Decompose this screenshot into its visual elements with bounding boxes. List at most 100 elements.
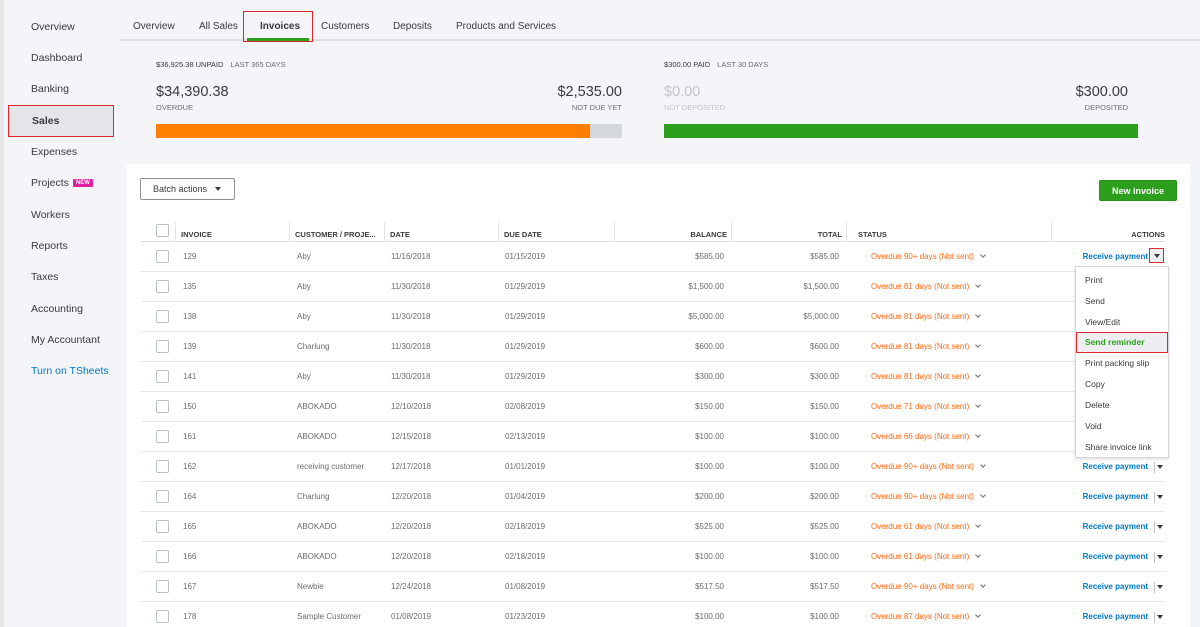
customer-name[interactable]: Newbie (297, 572, 324, 602)
invoice-number[interactable]: 141 (183, 362, 196, 392)
column-header-balance[interactable]: BALANCE (690, 220, 727, 242)
customer-name[interactable]: Aby (297, 272, 311, 302)
tab-deposits[interactable]: Deposits (393, 0, 432, 41)
row-checkbox[interactable] (156, 400, 169, 413)
batch-actions-button[interactable]: Batch actions (140, 178, 235, 200)
menu-item-copy[interactable]: Copy (1076, 374, 1168, 395)
column-header-customer[interactable]: CUSTOMER / PROJE... (295, 220, 376, 242)
receive-payment-link[interactable]: Receive payment (1083, 602, 1148, 627)
table-row[interactable]: 141 Aby 11/30/2018 01/29/2019 $300.00 $300.00… (141, 362, 1165, 392)
customer-name[interactable]: Sample Customer (297, 602, 361, 627)
customer-name[interactable]: ABOKADO (297, 422, 337, 452)
invoice-number[interactable]: 167 (183, 572, 196, 602)
menu-item-void[interactable]: Void (1076, 416, 1168, 437)
menu-item-view-edit[interactable]: View/Edit (1076, 312, 1168, 333)
row-checkbox[interactable] (156, 250, 169, 263)
table-row[interactable]: 167 Newbie 12/24/2018 01/08/2019 $517.50 $517… (141, 572, 1165, 602)
receive-payment-link[interactable]: Receive payment (1083, 512, 1148, 542)
nav-item-dashboard[interactable]: Dashboard (8, 42, 114, 74)
nav-item-overview[interactable]: Overview (8, 11, 114, 43)
status-dropdown[interactable]: Overdue 90+ days (Not sent) (871, 242, 986, 272)
tab-products-and-services[interactable]: Products and Services (456, 0, 556, 41)
customer-name[interactable]: Charlung (297, 332, 329, 362)
row-checkbox[interactable] (156, 310, 169, 323)
table-row[interactable]: 139 Charlung 11/30/2018 01/29/2019 $600.00 $6… (141, 332, 1165, 362)
nav-item-sales[interactable]: Sales (8, 105, 114, 137)
table-row[interactable]: 164 Charlung 12/20/2018 01/04/2019 $200.00 $2… (141, 482, 1165, 512)
table-row[interactable]: 161 ABOKADO 12/15/2018 02/13/2019 $100.00 $10… (141, 422, 1165, 452)
menu-item-send[interactable]: Send (1076, 291, 1168, 312)
column-header-total[interactable]: TOTAL (818, 220, 842, 242)
row-actions-dropdown-toggle[interactable] (1157, 555, 1163, 559)
tab-customers[interactable]: Customers (321, 0, 369, 41)
tab-all-sales[interactable]: All Sales (199, 0, 238, 41)
table-row[interactable]: 165 ABOKADO 12/20/2018 02/18/2019 $525.00 $52… (141, 512, 1165, 542)
receive-payment-link[interactable]: Receive payment (1083, 482, 1148, 512)
row-actions-dropdown-toggle-highlighted[interactable] (1149, 248, 1164, 263)
unpaid-summary[interactable]: $36,925.38 UNPAID LAST 365 DAYS $34,390.3… (156, 60, 622, 150)
invoice-number[interactable]: 139 (183, 332, 196, 362)
status-dropdown[interactable]: Overdue 90+ days (Not sent) (871, 572, 986, 602)
nav-item-projects[interactable]: Projects NEW (8, 167, 114, 199)
nav-item-reports[interactable]: Reports (8, 230, 114, 262)
status-dropdown[interactable]: Overdue 81 days (Not sent) (871, 272, 982, 302)
invoice-number[interactable]: 129 (183, 242, 196, 272)
menu-item-share-invoice-link[interactable]: Share invoice link (1076, 437, 1168, 458)
row-actions-dropdown-toggle[interactable] (1157, 525, 1163, 529)
row-checkbox[interactable] (156, 490, 169, 503)
invoice-number[interactable]: 166 (183, 542, 196, 572)
status-dropdown[interactable]: Overdue 61 days (Not sent) (871, 512, 982, 542)
customer-name[interactable]: Aby (297, 302, 311, 332)
nav-item-accounting[interactable]: Accounting (8, 293, 114, 325)
new-invoice-button[interactable]: New invoice (1099, 180, 1177, 201)
status-dropdown[interactable]: Overdue 66 days (Not sent) (871, 422, 982, 452)
nav-item-my-accountant[interactable]: My Accountant (8, 324, 114, 356)
invoice-number[interactable]: 135 (183, 272, 196, 302)
row-checkbox[interactable] (156, 280, 169, 293)
status-dropdown[interactable]: Overdue 61 days (Not sent) (871, 542, 982, 572)
table-row[interactable]: 166 ABOKADO 12/20/2018 02/18/2019 $100.00 $10… (141, 542, 1165, 572)
row-checkbox[interactable] (156, 460, 169, 473)
nav-link-turn-on-tsheets[interactable]: Turn on TSheets (8, 355, 114, 387)
nav-item-expenses[interactable]: Expenses (8, 136, 114, 168)
row-actions-dropdown-toggle[interactable] (1157, 465, 1163, 469)
menu-item-print[interactable]: Print (1076, 270, 1168, 291)
tab-overview[interactable]: Overview (133, 0, 175, 41)
customer-name[interactable]: ABOKADO (297, 542, 337, 572)
customer-name[interactable]: receiving customer (297, 452, 364, 482)
table-row[interactable]: 162 receiving customer 12/17/2018 01/01/201… (141, 452, 1165, 482)
column-header-date[interactable]: DATE (390, 220, 410, 242)
table-row[interactable]: 129 Aby 11/16/2018 01/15/2019 $585.00 $585.00… (141, 242, 1165, 272)
table-row[interactable]: 138 Aby 11/30/2018 01/29/2019 $5,000.00 $5,00… (141, 302, 1165, 332)
customer-name[interactable]: Aby (297, 242, 311, 272)
status-dropdown[interactable]: Overdue 90+ days (Not sent) (871, 482, 986, 512)
customer-name[interactable]: ABOKADO (297, 512, 337, 542)
invoice-number[interactable]: 164 (183, 482, 196, 512)
invoice-number[interactable]: 165 (183, 512, 196, 542)
table-row[interactable]: 135 Aby 11/30/2018 01/29/2019 $1,500.00 $1,50… (141, 272, 1165, 302)
customer-name[interactable]: Charlung (297, 482, 329, 512)
row-checkbox[interactable] (156, 430, 169, 443)
column-header-status[interactable]: STATUS (858, 220, 887, 242)
table-row[interactable]: 150 ABOKADO 12/10/2018 02/08/2019 $150.00 $15… (141, 392, 1165, 422)
invoice-number[interactable]: 162 (183, 452, 196, 482)
customer-name[interactable]: ABOKADO (297, 392, 337, 422)
row-checkbox[interactable] (156, 580, 169, 593)
invoice-number[interactable]: 178 (183, 602, 196, 627)
nav-item-workers[interactable]: Workers (8, 199, 114, 231)
row-actions-dropdown-toggle[interactable] (1157, 495, 1163, 499)
invoice-number[interactable]: 138 (183, 302, 196, 332)
row-checkbox[interactable] (156, 340, 169, 353)
row-actions-dropdown-toggle[interactable] (1157, 615, 1163, 619)
status-dropdown[interactable]: Overdue 87 days (Not sent) (871, 602, 982, 627)
column-header-invoice[interactable]: INVOICE (181, 220, 212, 242)
select-all-checkbox[interactable] (156, 224, 169, 237)
receive-payment-link[interactable]: Receive payment (1083, 542, 1148, 572)
table-row[interactable]: 178 Sample Customer 01/08/2019 01/23/2019 $1… (141, 602, 1165, 627)
invoice-number[interactable]: 161 (183, 422, 196, 452)
receive-payment-link[interactable]: Receive payment (1083, 572, 1148, 602)
menu-item-delete[interactable]: Delete (1076, 395, 1168, 416)
nav-item-banking[interactable]: Banking (8, 73, 114, 105)
menu-item-print-packing-slip[interactable]: Print packing slip (1076, 353, 1168, 374)
invoice-number[interactable]: 150 (183, 392, 196, 422)
